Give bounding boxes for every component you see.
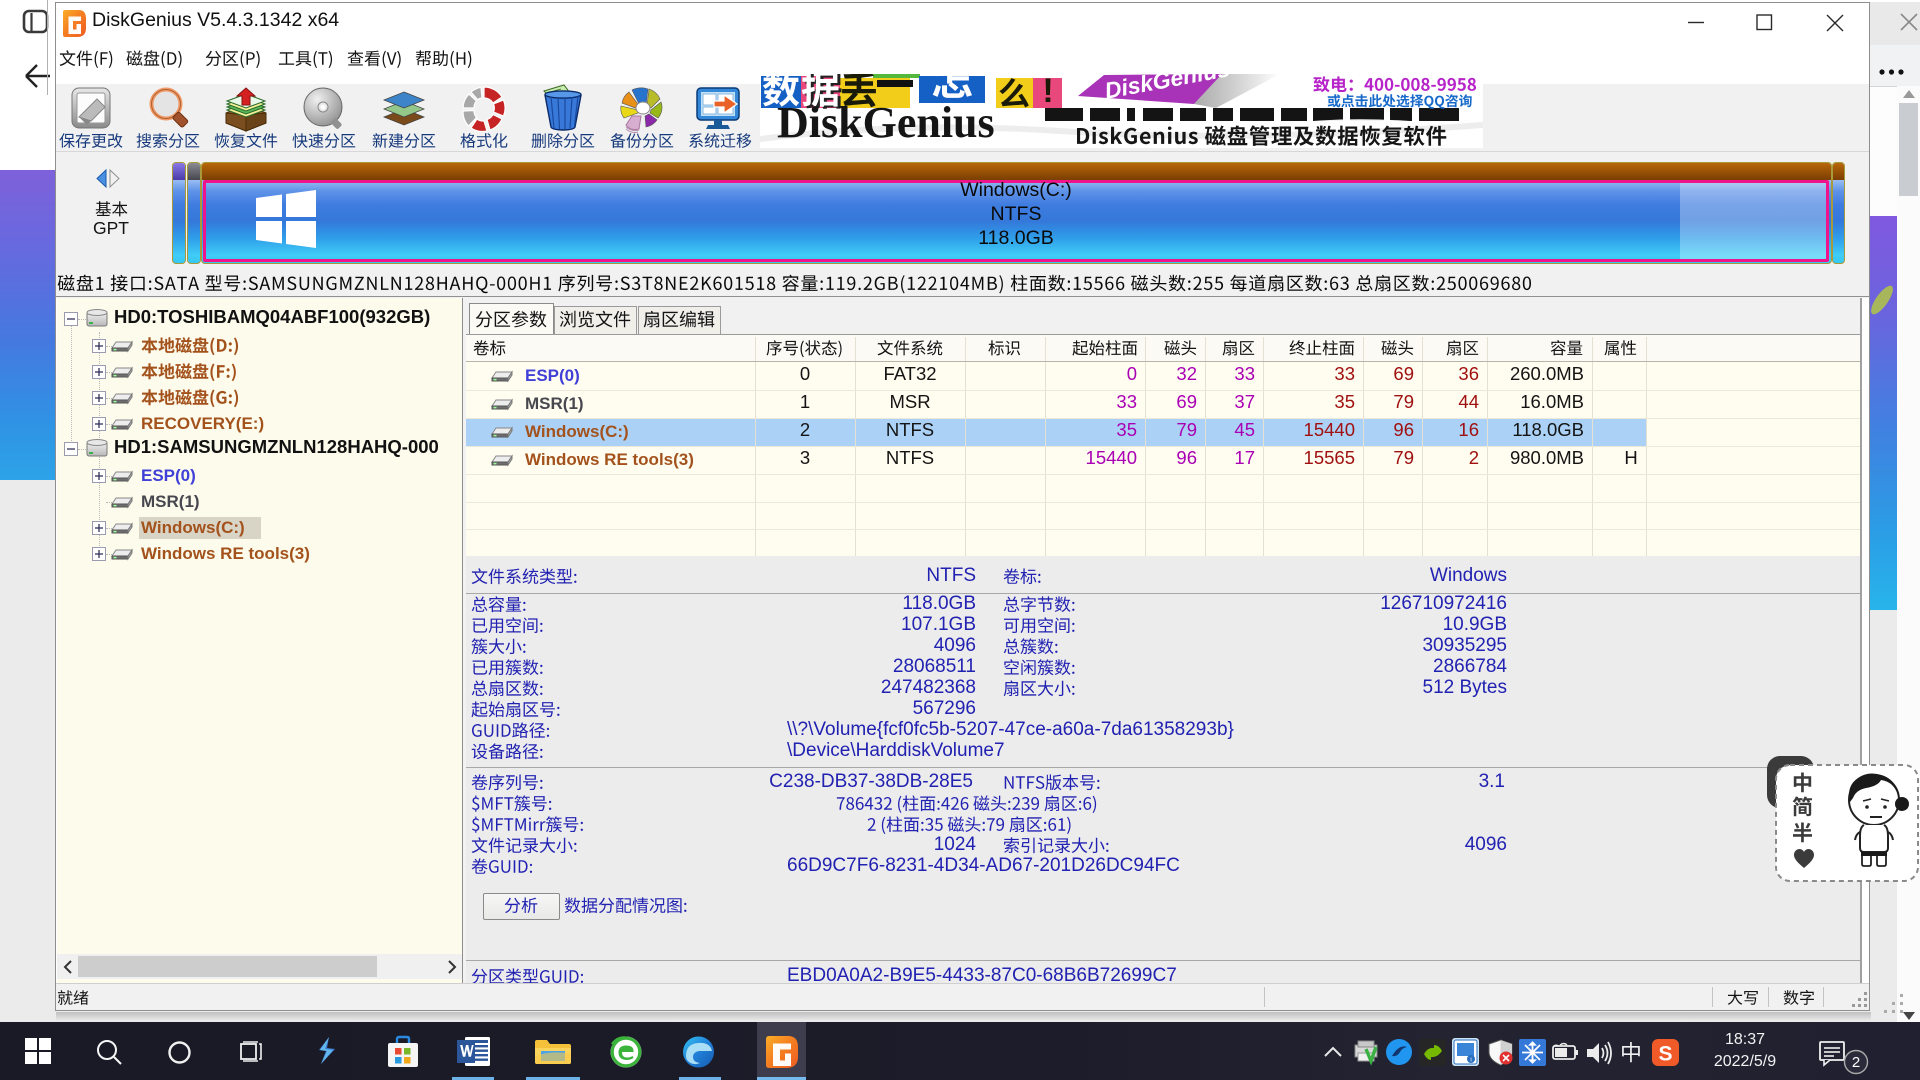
svg-text:i: i: [1470, 1058, 1471, 1064]
svg-text:2: 2: [1852, 1054, 1860, 1071]
svg-text:S: S: [1658, 1043, 1672, 1066]
